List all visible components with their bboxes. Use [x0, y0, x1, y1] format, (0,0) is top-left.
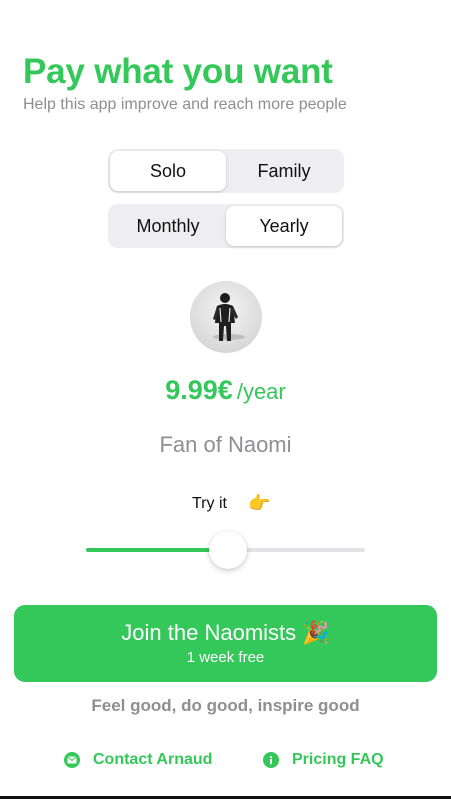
developer-avatar	[190, 281, 262, 353]
billing-option-monthly[interactable]: Monthly	[110, 206, 226, 246]
contact-link-label: Contact Arnaud	[93, 751, 213, 768]
slider-thumb[interactable]	[209, 531, 248, 569]
price-display: 9.99€/year	[0, 375, 451, 406]
info-icon	[263, 752, 279, 768]
price-slider[interactable]	[86, 530, 365, 570]
pricing-faq-label: Pricing FAQ	[292, 751, 384, 768]
join-button-label: Join the Naomists	[121, 620, 297, 645]
plan-option-family[interactable]: Family	[226, 151, 342, 191]
contact-link[interactable]: Contact Arnaud	[64, 751, 212, 769]
developer-photo-icon	[213, 293, 245, 341]
join-button-title: Join the Naomists 🎉	[14, 620, 437, 646]
join-button[interactable]: Join the Naomists 🎉 1 week free	[14, 605, 437, 682]
price-amount: 9.99€	[165, 375, 233, 405]
billing-segmented-control: Monthly Yearly	[108, 204, 344, 248]
plan-option-solo[interactable]: Solo	[110, 151, 226, 191]
page-subtitle: Help this app improve and reach more peo…	[23, 96, 347, 113]
billing-option-yearly[interactable]: Yearly	[226, 206, 342, 246]
envelope-icon	[64, 752, 80, 768]
slider-label: Try it	[192, 495, 227, 512]
tagline: Feel good, do good, inspire good	[91, 696, 360, 715]
join-button-subtitle: 1 week free	[186, 649, 265, 666]
slider-fill	[86, 548, 229, 552]
price-period: /year	[236, 379, 286, 404]
pricing-faq-link[interactable]: Pricing FAQ	[263, 751, 384, 769]
plan-segmented-control: Solo Family	[108, 149, 344, 193]
pointing-hand-icon: 👉	[248, 493, 271, 513]
tier-name: Fan of Naomi	[159, 432, 292, 457]
party-popper-icon: 🎉	[302, 620, 330, 645]
page-title: Pay what you want	[23, 52, 333, 91]
